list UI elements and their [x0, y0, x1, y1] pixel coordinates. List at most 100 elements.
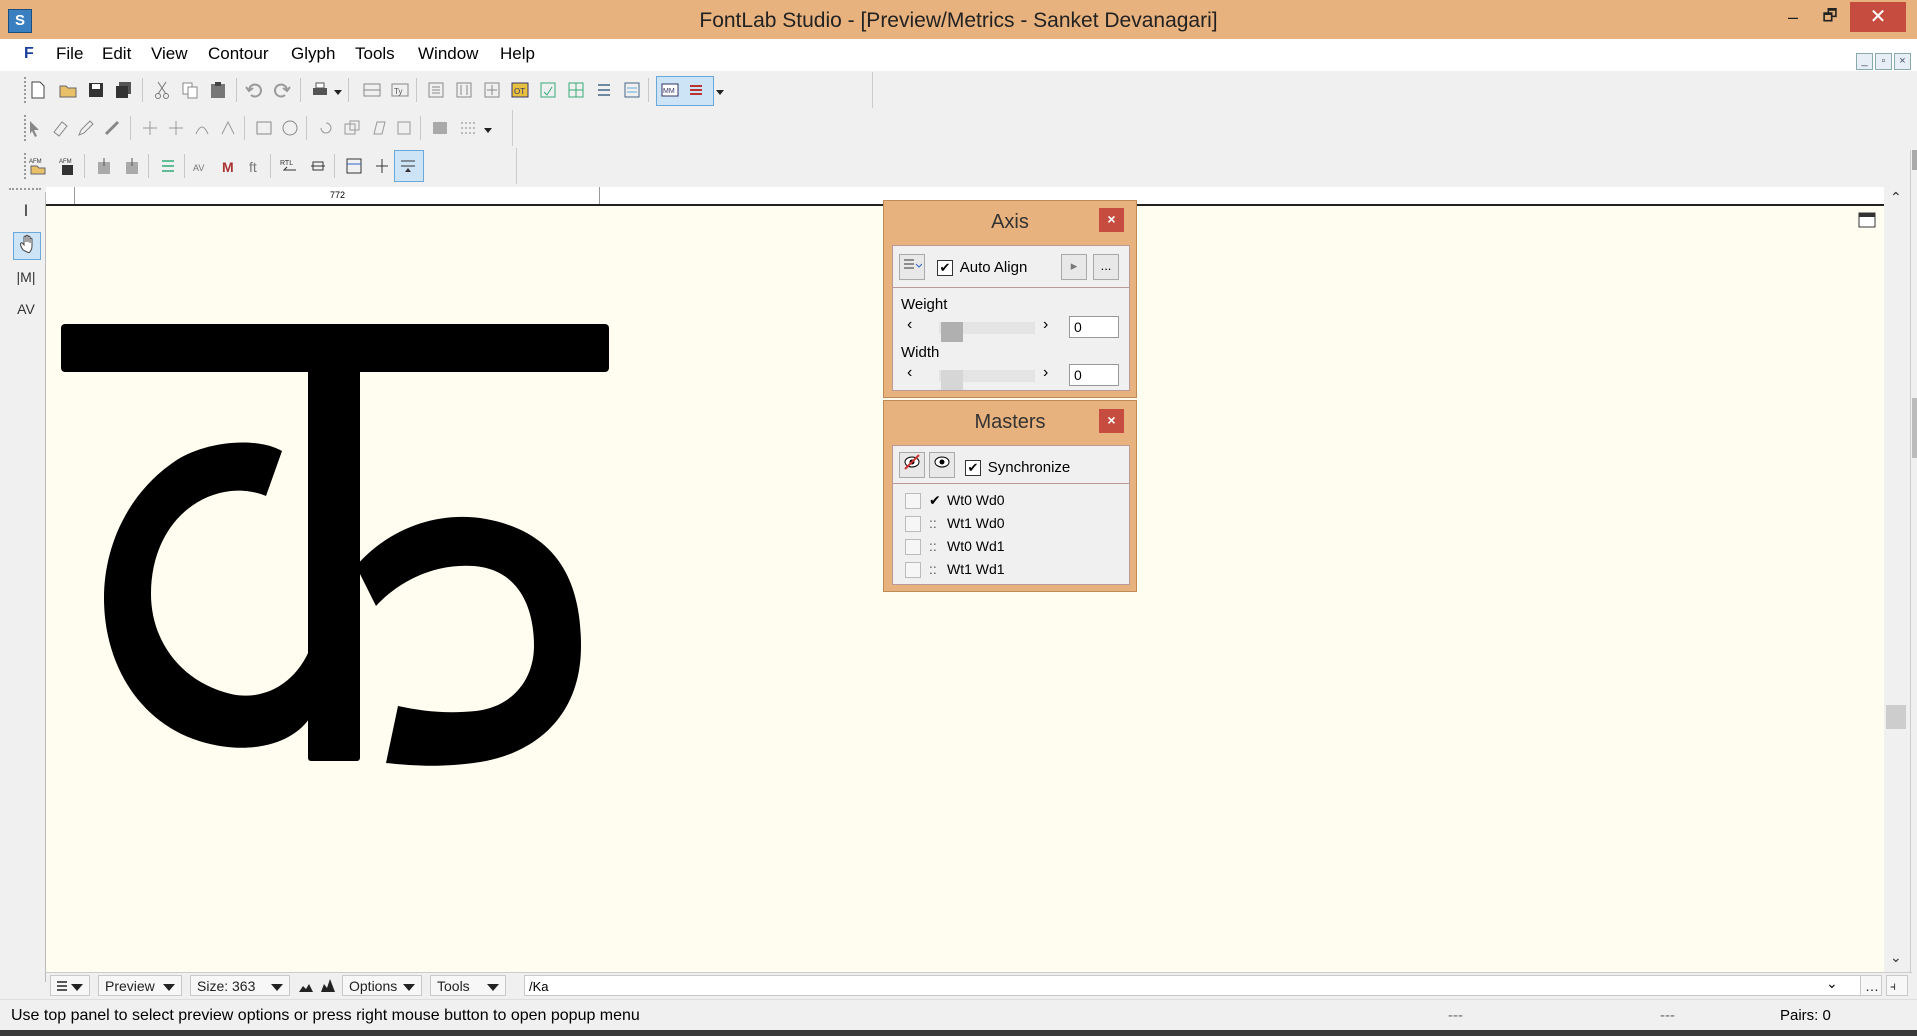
kerning-icon[interactable] [454, 80, 474, 100]
add-point-icon[interactable] [140, 118, 160, 138]
width-decrease-icon[interactable]: ‹ [907, 364, 912, 382]
master-row[interactable]: :: Wt1 Wd0 [905, 515, 1005, 535]
text-history-chevron-icon[interactable]: ⌄ [1826, 975, 1838, 992]
weight-value-field[interactable]: 0 [1069, 316, 1119, 338]
sample-text-icon[interactable] [622, 80, 642, 100]
scroll-thumb[interactable] [1886, 705, 1906, 729]
width-slider[interactable]: ‹ › 0 [893, 364, 1119, 390]
options-dropdown[interactable]: Options [342, 975, 422, 996]
panel-toggle-icon[interactable] [1858, 212, 1876, 228]
zoom-in-icon[interactable] [320, 977, 336, 993]
master-visibility-box[interactable] [905, 516, 921, 533]
axis-close-button[interactable]: × [1099, 208, 1124, 232]
guides-icon[interactable] [458, 118, 478, 138]
weight-thumb[interactable] [941, 322, 963, 342]
grid-icon[interactable] [566, 80, 586, 100]
hand-tool[interactable] [13, 232, 41, 260]
hinting-icon[interactable] [482, 80, 502, 100]
ligature-icon[interactable]: ft [246, 156, 266, 176]
menu-help[interactable]: Help [500, 44, 535, 64]
print-icon[interactable] [310, 80, 330, 100]
redo-icon[interactable] [272, 80, 292, 100]
rtl-icon[interactable]: RTL [280, 156, 300, 176]
measure-icon[interactable] [430, 118, 450, 138]
save-afm-icon[interactable]: AFM [58, 156, 78, 176]
save-all-icon[interactable] [114, 80, 134, 100]
opentype-icon[interactable]: OT [510, 80, 530, 100]
outer-scrollbar[interactable] [1910, 150, 1917, 1010]
cut-icon[interactable] [152, 80, 172, 100]
axis-more-button[interactable]: ... [1093, 254, 1119, 280]
panel-menu-dropdown[interactable] [50, 975, 90, 996]
sidebearing-icon[interactable] [308, 156, 328, 176]
scroll-down-icon[interactable]: ⌄ [1890, 949, 1902, 966]
font-audit-icon[interactable] [538, 80, 558, 100]
width-thumb[interactable] [941, 370, 963, 390]
classes-icon[interactable] [426, 80, 446, 100]
weight-increase-icon[interactable]: › [1043, 316, 1048, 334]
show-masters-button[interactable] [929, 452, 955, 478]
slant-icon[interactable] [368, 118, 388, 138]
export-metrics-icon[interactable] [122, 156, 142, 176]
master-row[interactable]: :: Wt1 Wd1 [905, 561, 1005, 581]
add-curve-icon[interactable] [192, 118, 212, 138]
master-row[interactable]: :: Wt0 Wd1 [905, 538, 1005, 558]
text-more-button[interactable]: … [1860, 975, 1882, 996]
open-afm-icon[interactable]: AFM [28, 156, 48, 176]
play-button[interactable]: ▸ [1061, 254, 1087, 280]
ellipse-icon[interactable] [280, 118, 300, 138]
auto-metrics-icon[interactable]: M [220, 156, 240, 176]
print-dropdown-icon[interactable] [334, 90, 342, 95]
scroll-up-icon[interactable]: ⌃ [1890, 189, 1902, 206]
weight-decrease-icon[interactable]: ‹ [907, 316, 912, 334]
hide-masters-button[interactable] [899, 452, 925, 478]
baseline-icon[interactable] [344, 156, 364, 176]
restore-button[interactable]: 🗗 [1815, 2, 1845, 32]
master-visibility-box[interactable] [905, 493, 921, 510]
auto-kern-icon[interactable]: AV [192, 156, 212, 176]
text-cursor-tool[interactable]: I [13, 198, 39, 224]
transform-icon[interactable] [394, 118, 414, 138]
width-value-field[interactable]: 0 [1069, 364, 1119, 386]
preview-dropdown[interactable]: Preview [98, 975, 182, 996]
add-tangent-icon[interactable] [166, 118, 186, 138]
kerning-tool[interactable]: AV [13, 296, 39, 322]
master-visibility-box[interactable] [905, 539, 921, 556]
preview-text-input[interactable]: /Ka [524, 975, 1876, 996]
open-folder-icon[interactable] [58, 80, 78, 100]
add-corner-icon[interactable] [218, 118, 238, 138]
width-increase-icon[interactable]: › [1043, 364, 1048, 382]
document-menu-icon[interactable]: F [24, 45, 34, 63]
master-visibility-box[interactable] [905, 562, 921, 579]
toolbar-overflow-icon[interactable] [484, 128, 492, 133]
metrics-table-icon[interactable] [362, 80, 382, 100]
masters-close-button[interactable]: × [1099, 409, 1124, 433]
minimize-button[interactable]: – [1778, 2, 1808, 32]
rectangle-icon[interactable] [254, 118, 274, 138]
knife-icon[interactable] [102, 118, 122, 138]
zoom-out-icon[interactable] [298, 979, 314, 993]
paste-icon[interactable] [208, 80, 228, 100]
weight-slider[interactable]: ‹ › 0 [893, 316, 1119, 342]
auto-align-checkbox[interactable]: ✔ Auto Align [937, 257, 1027, 277]
axis-menu-button[interactable] [899, 254, 925, 280]
close-button[interactable]: ✕ [1850, 2, 1906, 32]
mdi-restore-button[interactable]: ▫ [1875, 53, 1892, 70]
eraser-icon[interactable] [50, 118, 70, 138]
import-metrics-icon[interactable] [94, 156, 114, 176]
menu-contour[interactable]: Contour [208, 44, 268, 64]
pointer-icon[interactable] [24, 118, 44, 138]
vertical-scrollbar[interactable]: ⌃ ⌄ [1884, 187, 1910, 972]
menu-tools[interactable]: Tools [355, 44, 395, 64]
save-icon[interactable] [86, 80, 106, 100]
metrics-list-icon[interactable] [158, 156, 178, 176]
menu-view[interactable]: View [151, 44, 188, 64]
master-row[interactable]: ✔ Wt0 Wd0 [905, 492, 1005, 512]
menu-glyph[interactable]: Glyph [291, 44, 335, 64]
menu-file[interactable]: File [56, 44, 83, 64]
metrics-tool[interactable]: |M| [13, 264, 39, 290]
undo-icon[interactable] [244, 80, 264, 100]
outline-list-icon[interactable] [594, 80, 614, 100]
menu-window[interactable]: Window [418, 44, 478, 64]
size-dropdown[interactable]: Size: 363 [190, 975, 290, 996]
